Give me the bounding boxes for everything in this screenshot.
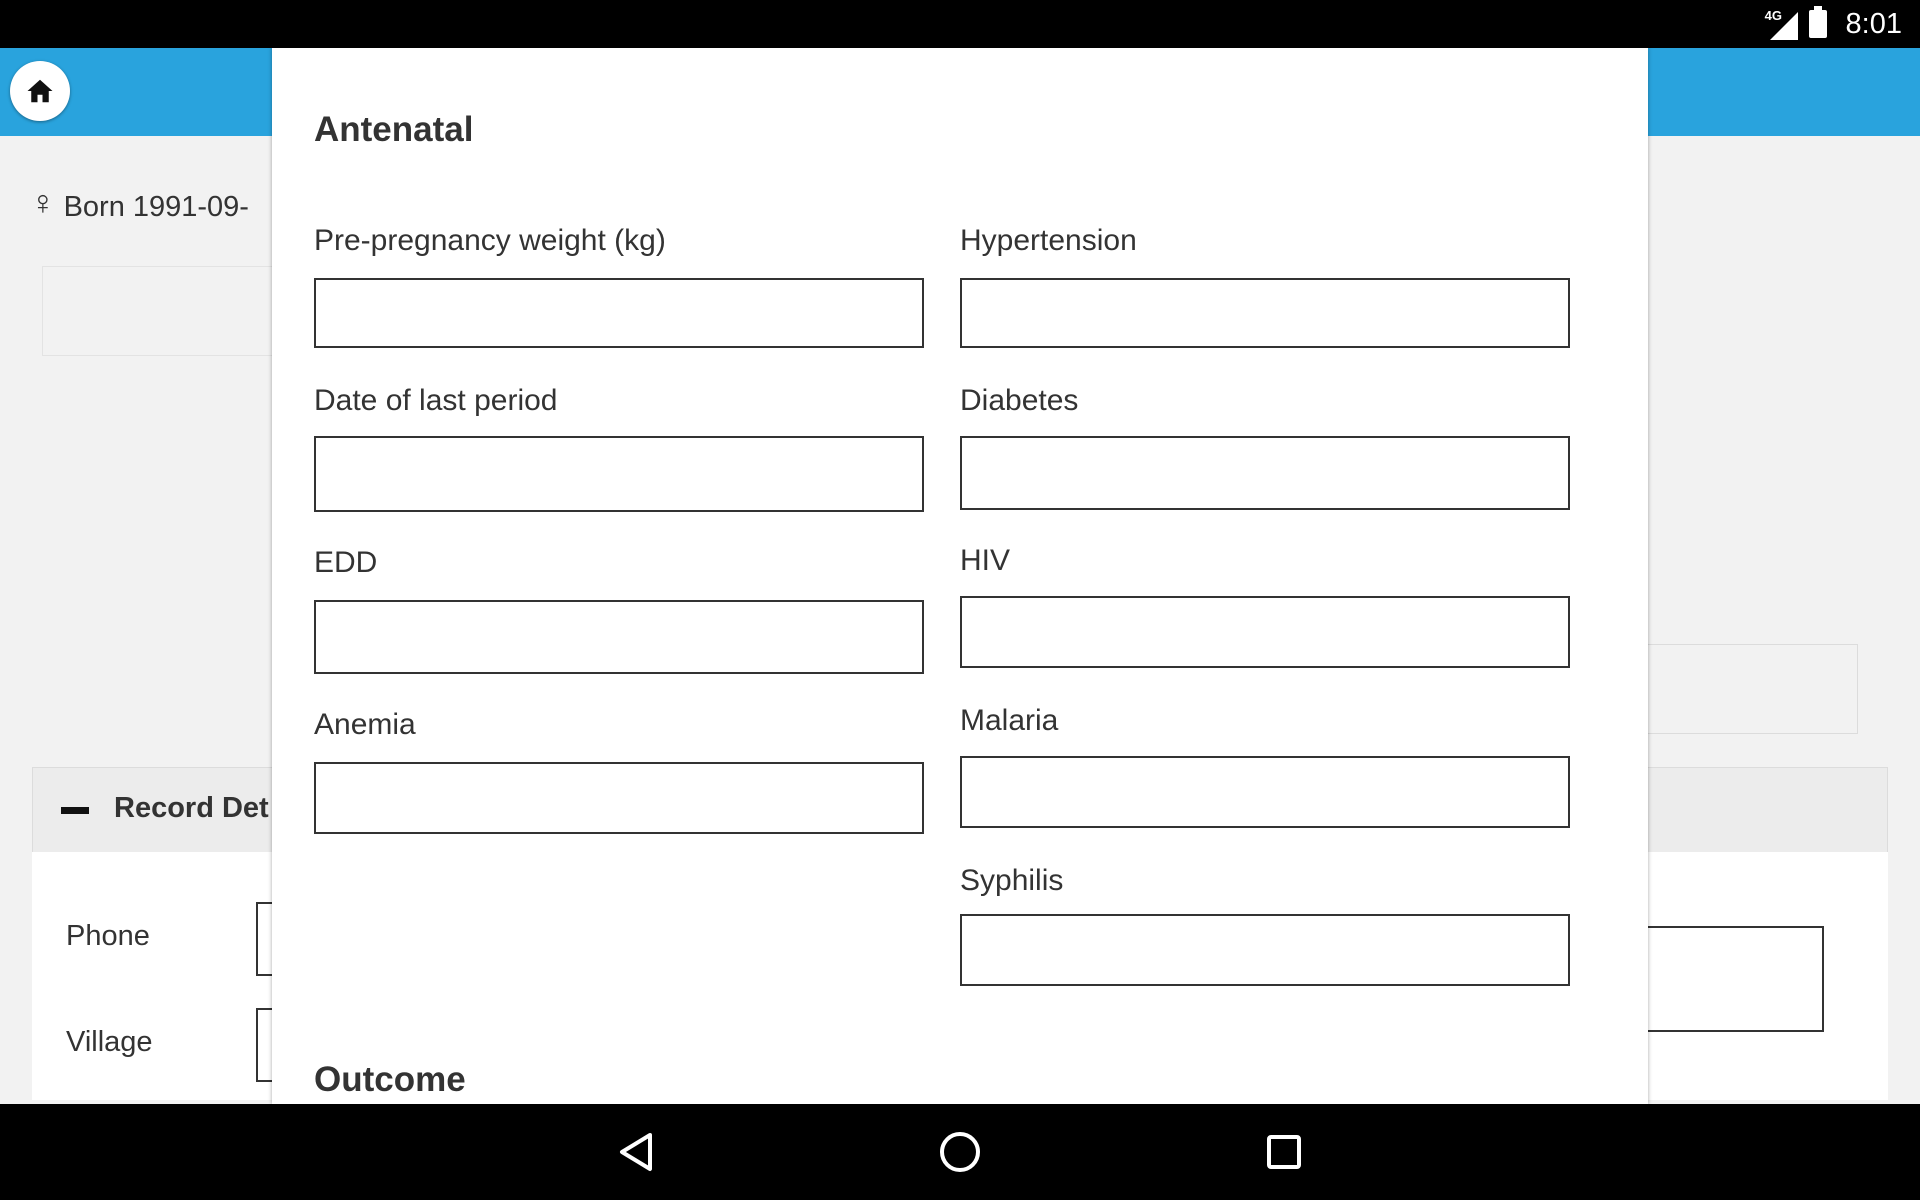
date-last-period-input[interactable] bbox=[314, 436, 924, 512]
home-nav-button[interactable] bbox=[930, 1124, 990, 1180]
antenatal-dialog: Antenatal Pre-pregnancy weight (kg) Date… bbox=[272, 48, 1648, 1104]
clock: 8:01 bbox=[1845, 8, 1902, 40]
antenatal-heading: Antenatal bbox=[314, 110, 474, 149]
background-card-right bbox=[1620, 644, 1858, 734]
anemia-label: Anemia bbox=[314, 708, 416, 741]
edd-label: EDD bbox=[314, 546, 378, 579]
patient-birth-info: ♀ Born 1991-09- bbox=[30, 184, 249, 225]
phone-label: Phone bbox=[66, 920, 150, 952]
hiv-label: HIV bbox=[960, 544, 1011, 577]
edd-input[interactable] bbox=[314, 600, 924, 674]
hiv-input[interactable] bbox=[960, 596, 1570, 668]
pre-pregnancy-weight-label: Pre-pregnancy weight (kg) bbox=[314, 224, 666, 257]
diabetes-label: Diabetes bbox=[960, 384, 1079, 417]
syphilis-label: Syphilis bbox=[960, 864, 1064, 897]
back-button[interactable] bbox=[606, 1124, 666, 1180]
outcome-heading: Outcome bbox=[314, 1060, 466, 1099]
battery-icon bbox=[1809, 6, 1827, 38]
status-bar: 4G 8:01 bbox=[0, 0, 1920, 48]
recents-button[interactable] bbox=[1254, 1124, 1314, 1180]
malaria-input[interactable] bbox=[960, 756, 1570, 828]
hypertension-label: Hypertension bbox=[960, 224, 1137, 257]
home-circle-icon bbox=[940, 1132, 980, 1172]
female-icon: ♀ bbox=[30, 184, 56, 222]
signal-icon bbox=[1770, 12, 1798, 40]
pre-pregnancy-weight-input[interactable] bbox=[314, 278, 924, 348]
diabetes-input[interactable] bbox=[960, 436, 1570, 510]
recents-icon bbox=[1267, 1135, 1301, 1169]
hypertension-input[interactable] bbox=[960, 278, 1570, 348]
malaria-label: Malaria bbox=[960, 704, 1059, 737]
birth-date-text: Born 1991-09- bbox=[63, 191, 249, 223]
syphilis-input[interactable] bbox=[960, 914, 1570, 986]
section-title: Record Det bbox=[114, 792, 269, 824]
date-last-period-label: Date of last period bbox=[314, 384, 558, 417]
back-icon bbox=[620, 1133, 652, 1171]
collapse-icon bbox=[61, 807, 89, 814]
home-icon bbox=[27, 79, 53, 103]
village-label: Village bbox=[66, 1026, 153, 1058]
home-button[interactable] bbox=[10, 61, 70, 121]
anemia-input[interactable] bbox=[314, 762, 924, 834]
system-nav-bar bbox=[0, 1104, 1920, 1200]
notes-textarea[interactable] bbox=[1620, 926, 1824, 1032]
